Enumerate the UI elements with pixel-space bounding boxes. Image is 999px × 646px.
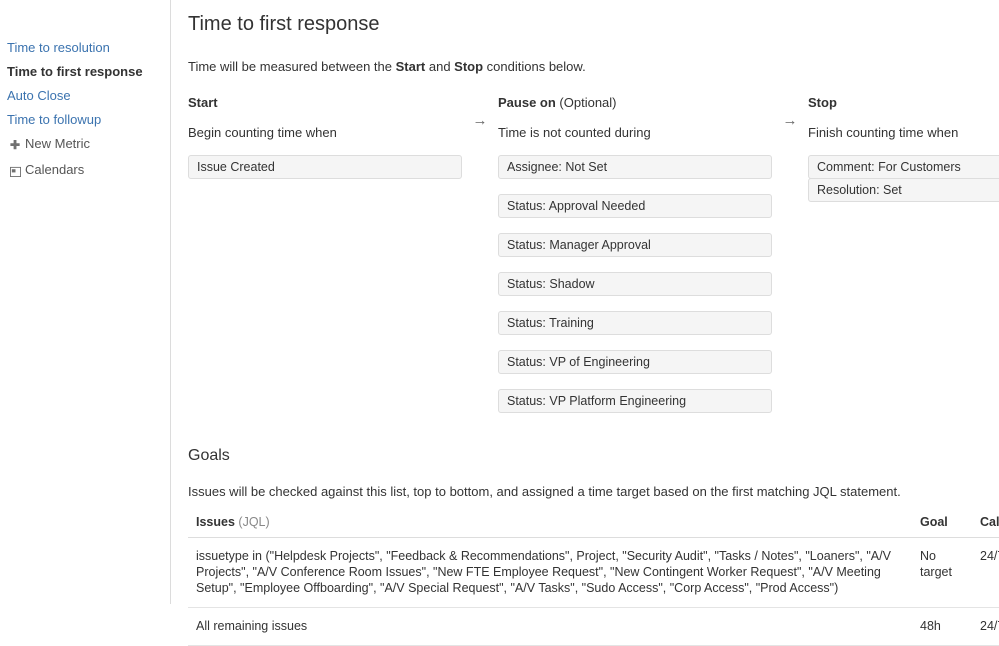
pause-heading: Pause on (Optional) bbox=[498, 95, 772, 111]
goal-row-jql: All remaining issues bbox=[188, 607, 912, 646]
description-mid: and bbox=[425, 59, 455, 74]
column-header-issues-label: Issues bbox=[196, 515, 235, 529]
goals-title: Goals bbox=[188, 447, 230, 464]
pause-heading-label: Pause on bbox=[498, 95, 556, 110]
stop-subtitle: Finish counting time when bbox=[808, 125, 959, 140]
goals-table-header-row: Issues (JQL) Goal Calendar bbox=[188, 515, 999, 538]
goal-row-jql: issuetype in ("Helpdesk Projects", "Feed… bbox=[188, 537, 912, 608]
conditions-row: Start Begin counting time when Issue Cre… bbox=[188, 95, 999, 428]
description-suffix: conditions below. bbox=[483, 59, 586, 74]
arrow-right-icon: → bbox=[472, 112, 488, 129]
arrow-start-to-pause: → bbox=[462, 95, 498, 128]
stop-column: Stop Finish counting time when Comment: … bbox=[808, 95, 999, 202]
pause-chip-list: Assignee: Not Set Status: Approval Neede… bbox=[498, 155, 772, 413]
stop-chip[interactable]: Resolution: Set bbox=[808, 178, 999, 202]
goal-row-goal: 48h bbox=[912, 607, 972, 646]
goals-section: Goals Issues will be checked against thi… bbox=[188, 446, 999, 646]
start-heading-label: Start bbox=[188, 95, 218, 110]
sidebar-item-new-metric[interactable]: ✚ New Metric bbox=[5, 132, 170, 158]
pause-optional-label: (Optional) bbox=[559, 95, 617, 110]
goal-row-calendar: 24/7 M-F bbox=[972, 537, 999, 608]
description-stop-keyword: Stop bbox=[454, 59, 484, 74]
pause-chip[interactable]: Status: Approval Needed bbox=[498, 194, 772, 218]
goal-row-goal: No target bbox=[912, 537, 972, 608]
description-prefix: Time will be measured between the bbox=[188, 59, 396, 74]
sidebar: Time to resolution Time to first respons… bbox=[0, 0, 171, 604]
sidebar-item-time-to-first-response[interactable]: Time to first response bbox=[5, 60, 170, 84]
sidebar-item-new-metric-label: New Metric bbox=[25, 136, 91, 151]
pause-chip[interactable]: Status: Manager Approval bbox=[498, 233, 772, 257]
goals-description: Issues will be checked against this list… bbox=[188, 484, 901, 499]
stop-chip[interactable]: Comment: For Customers bbox=[808, 155, 999, 179]
pause-column: Pause on (Optional) Time is not counted … bbox=[498, 95, 772, 428]
pause-chip[interactable]: Status: Training bbox=[498, 311, 772, 335]
stop-chip-list: Comment: For Customers Resolution: Set bbox=[808, 155, 999, 202]
sidebar-item-time-to-resolution[interactable]: Time to resolution bbox=[5, 36, 170, 60]
goals-table: Issues (JQL) Goal Calendar issuetype in … bbox=[188, 515, 999, 646]
description-start-keyword: Start bbox=[395, 59, 426, 74]
pause-chip[interactable]: Assignee: Not Set bbox=[498, 155, 772, 179]
sidebar-item-calendars-label: Calendars bbox=[25, 162, 85, 177]
pause-chip[interactable]: Status: Shadow bbox=[498, 272, 772, 296]
page-description: Time will be measured between the Start … bbox=[188, 59, 999, 75]
sidebar-item-auto-close[interactable]: Auto Close bbox=[5, 84, 170, 108]
start-heading: Start bbox=[188, 95, 462, 111]
start-chip-list: Issue Created bbox=[188, 155, 462, 179]
table-row[interactable]: All remaining issues 48h 24/7 M-F bbox=[188, 607, 999, 646]
column-header-issues: Issues (JQL) bbox=[188, 515, 912, 538]
stop-heading: Stop bbox=[808, 95, 999, 111]
pause-subtitle: Time is not counted during bbox=[498, 125, 651, 140]
pause-chip[interactable]: Status: VP Platform Engineering bbox=[498, 389, 772, 413]
arrow-pause-to-stop: → bbox=[772, 95, 808, 128]
start-column: Start Begin counting time when Issue Cre… bbox=[188, 95, 462, 194]
start-subtitle: Begin counting time when bbox=[188, 125, 337, 140]
column-header-goal: Goal bbox=[912, 515, 972, 538]
arrow-right-icon: → bbox=[782, 112, 798, 129]
sidebar-item-calendars[interactable]: Calendars bbox=[5, 158, 170, 184]
main-content: Time to first response Time will be meas… bbox=[171, 0, 999, 646]
column-header-calendar: Calendar bbox=[972, 515, 999, 538]
start-chip[interactable]: Issue Created bbox=[188, 155, 462, 179]
goal-row-calendar: 24/7 M-F bbox=[972, 607, 999, 646]
page-title: Time to first response bbox=[188, 13, 380, 35]
stop-heading-label: Stop bbox=[808, 95, 837, 110]
calendar-icon bbox=[8, 164, 22, 179]
plus-icon: ✚ bbox=[9, 138, 21, 152]
table-row[interactable]: issuetype in ("Helpdesk Projects", "Feed… bbox=[188, 537, 999, 608]
sidebar-item-time-to-followup[interactable]: Time to followup bbox=[5, 108, 170, 132]
page-root: Time to resolution Time to first respons… bbox=[0, 0, 999, 646]
pause-chip[interactable]: Status: VP of Engineering bbox=[498, 350, 772, 374]
column-header-issues-note: (JQL) bbox=[238, 515, 270, 529]
